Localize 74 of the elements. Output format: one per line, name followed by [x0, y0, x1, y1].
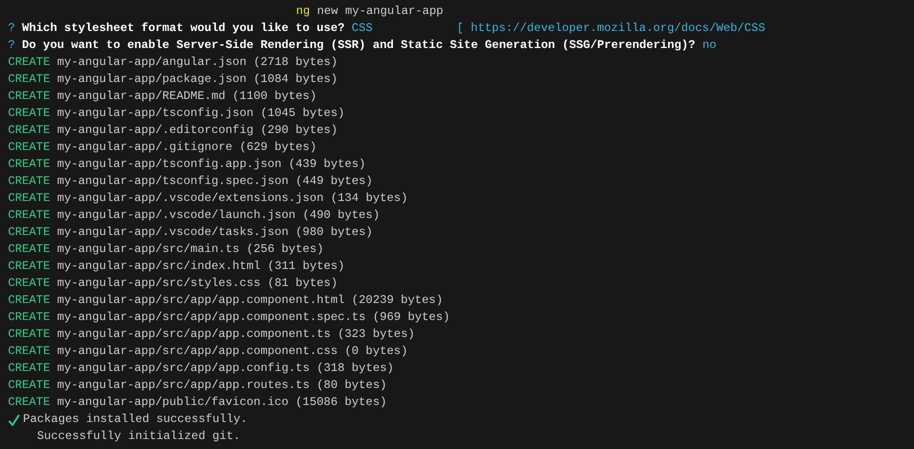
file-size: (290 bytes) — [260, 122, 338, 139]
file-path: my-angular-app/tsconfig.app.json — [57, 156, 282, 173]
action-label: CREATE — [8, 258, 50, 275]
file-path: my-angular-app/README.md — [57, 88, 226, 105]
git-message: Successfully initialized git. — [37, 428, 240, 445]
file-path: my-angular-app/.vscode/tasks.json — [57, 224, 289, 241]
file-path: my-angular-app/src/app/app.component.css — [57, 343, 338, 360]
file-size: (311 bytes) — [268, 258, 345, 275]
action-label: CREATE — [8, 88, 50, 105]
prompt-question: Which stylesheet format would you like to use? — [22, 20, 345, 37]
file-path: my-angular-app/.gitignore — [57, 139, 232, 156]
action-label: CREATE — [8, 241, 50, 258]
file-size: (134 bytes) — [330, 190, 408, 207]
command-arguments: new my-angular-app — [317, 3, 444, 20]
file-path: my-angular-app/.vscode/launch.json — [57, 207, 296, 224]
prompt-mark: ? — [8, 20, 16, 37]
file-size: (15086 bytes) — [296, 394, 387, 411]
file-size: (256 bytes) — [246, 241, 324, 258]
action-label: CREATE — [8, 224, 50, 241]
action-label: CREATE — [8, 122, 50, 139]
file-path: my-angular-app/tsconfig.json — [57, 105, 254, 122]
file-path: my-angular-app/src/styles.css — [57, 275, 260, 292]
file-size: (2718 bytes) — [253, 54, 338, 71]
file-size: (80 bytes) — [316, 377, 387, 394]
action-label: CREATE — [8, 190, 50, 207]
file-path: my-angular-app/src/app/app.component.ts — [57, 326, 331, 343]
action-label: CREATE — [8, 309, 50, 326]
file-path: my-angular-app/src/app/app.component.html — [57, 292, 345, 309]
prompt-mark: ? — [8, 37, 16, 54]
file-path: my-angular-app/src/app/app.component.spec.ts — [57, 309, 366, 326]
file-path: my-angular-app/.editorconfig — [57, 122, 254, 139]
file-size: (20239 bytes) — [352, 292, 443, 309]
file-size: (449 bytes) — [296, 173, 373, 190]
action-label: CREATE — [8, 326, 50, 343]
checkmark-icon — [8, 414, 20, 426]
action-label: CREATE — [8, 292, 50, 309]
action-label: CREATE — [8, 377, 50, 394]
prompt-answer: CSS — [352, 20, 373, 37]
file-size: (1084 bytes) — [253, 71, 338, 88]
file-size: (490 bytes) — [302, 207, 380, 224]
command-name: ng — [296, 3, 310, 20]
file-size: (318 bytes) — [316, 360, 394, 377]
file-path: my-angular-app/angular.json — [57, 54, 246, 71]
file-path: my-angular-app/.vscode/extensions.json — [57, 190, 324, 207]
status-message: Packages installed successfully. — [23, 411, 248, 428]
file-size: (81 bytes) — [268, 275, 338, 292]
file-path: my-angular-app/public/favicon.ico — [57, 394, 289, 411]
file-path: my-angular-app/src/index.html — [57, 258, 260, 275]
file-path: my-angular-app/package.json — [57, 71, 246, 88]
action-label: CREATE — [8, 343, 50, 360]
prompt-answer: no — [702, 37, 716, 54]
file-size: (0 bytes) — [344, 343, 408, 360]
file-size: (1100 bytes) — [232, 88, 317, 105]
action-label: CREATE — [8, 360, 50, 377]
action-label: CREATE — [8, 105, 50, 122]
file-size: (969 bytes) — [372, 309, 450, 326]
file-size: (439 bytes) — [288, 156, 366, 173]
file-path: my-angular-app/src/app/app.routes.ts — [57, 377, 310, 394]
action-label: CREATE — [8, 275, 50, 292]
file-size: (980 bytes) — [296, 224, 373, 241]
file-path: my-angular-app/src/app/app.config.ts — [57, 360, 310, 377]
file-size: (629 bytes) — [239, 139, 317, 156]
prompt-question: Do you want to enable Server-Side Rendering (SSR) and Static Site Generation (SSG/Prerendering)? — [22, 37, 696, 54]
action-label: CREATE — [8, 71, 50, 88]
file-path: my-angular-app/src/main.ts — [57, 241, 240, 258]
action-label: CREATE — [8, 139, 50, 156]
action-label: CREATE — [8, 54, 50, 71]
action-label: CREATE — [8, 156, 50, 173]
file-path: my-angular-app/tsconfig.spec.json — [57, 173, 289, 190]
file-size: (323 bytes) — [338, 326, 415, 343]
action-label: CREATE — [8, 394, 50, 411]
file-size: (1045 bytes) — [260, 105, 345, 122]
action-label: CREATE — [8, 173, 50, 190]
action-label: CREATE — [8, 207, 50, 224]
